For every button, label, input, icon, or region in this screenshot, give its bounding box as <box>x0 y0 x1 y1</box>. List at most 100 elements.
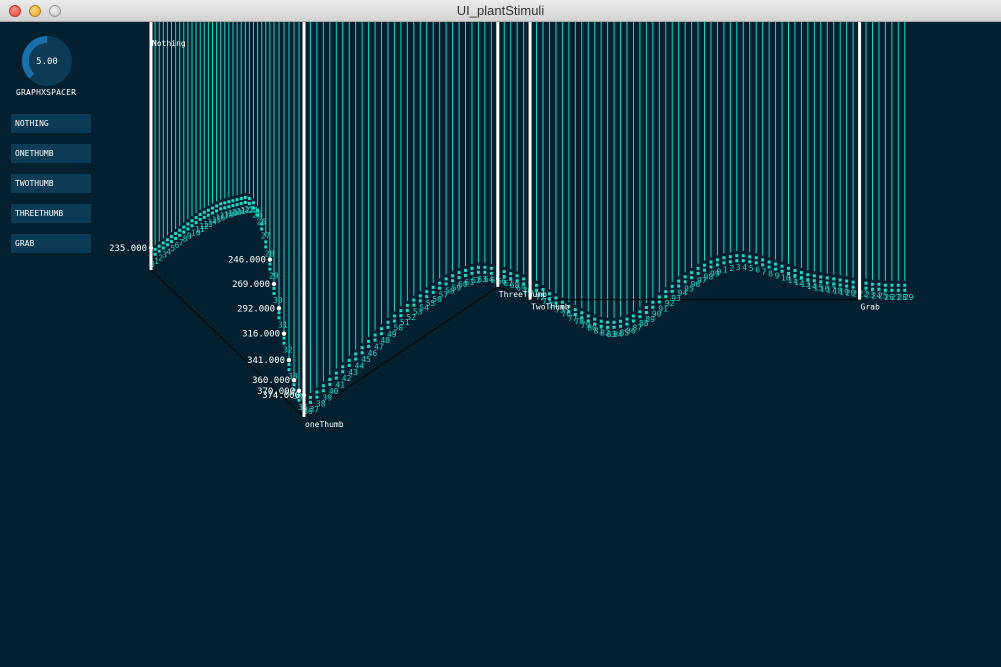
series-dot <box>554 296 558 300</box>
series-dot <box>767 265 771 269</box>
series-dot <box>227 200 231 204</box>
series-dot <box>690 276 694 280</box>
index-label: 31 <box>278 320 288 329</box>
series-dot <box>392 319 396 323</box>
series-dot <box>754 256 758 260</box>
series-dot <box>774 267 778 271</box>
series-dot <box>367 344 371 348</box>
series-dot <box>457 276 461 280</box>
series-dot <box>354 352 358 356</box>
sketch-canvas: 5.00 GRAPHXSPACER NOTHING ONETHUMB TWOTH… <box>0 22 1001 667</box>
series-dot <box>425 295 429 299</box>
series-dot <box>334 376 338 380</box>
series-dot <box>464 268 467 272</box>
value-label: 292.000 <box>237 304 275 314</box>
series-dot <box>231 204 235 208</box>
series-dot <box>677 284 681 288</box>
series-dot <box>664 295 668 299</box>
series-dot <box>227 205 231 209</box>
series-dot <box>483 265 487 269</box>
value-label: 269.000 <box>232 280 270 290</box>
series-dot <box>412 298 416 302</box>
series-dot <box>373 338 377 342</box>
value-dot <box>271 281 277 287</box>
series-dot <box>806 273 810 277</box>
index-label: 3 <box>736 263 741 272</box>
series-dot <box>380 332 384 336</box>
series-dot <box>761 263 765 267</box>
series-dot <box>625 317 629 321</box>
series-dot <box>903 288 907 292</box>
window-title: UI_plantStimuli <box>456 3 545 18</box>
series-dot <box>161 241 165 245</box>
series-dot <box>599 319 603 323</box>
series-dot <box>502 270 506 274</box>
series-dot <box>392 314 396 318</box>
series-dot <box>851 280 855 284</box>
series-dot <box>476 265 480 269</box>
index-label: 4 <box>742 263 747 272</box>
series-dot <box>690 271 694 275</box>
value-dot <box>291 377 297 383</box>
series-dot <box>308 400 312 404</box>
series-dot <box>677 279 681 283</box>
series-dot <box>418 299 422 303</box>
series-dot <box>194 221 198 225</box>
series-dot <box>243 196 247 199</box>
series-dot <box>386 325 390 329</box>
series-dot <box>715 258 719 262</box>
series-dot <box>825 276 829 280</box>
event-marker-label: ThreeThumb <box>499 290 547 299</box>
series-dot <box>709 265 713 269</box>
series-dot <box>522 277 526 281</box>
series-dot <box>832 277 836 281</box>
series-dot <box>748 255 752 259</box>
index-label: 27 <box>261 231 271 240</box>
series-dot <box>741 254 745 258</box>
value-dot <box>276 306 282 311</box>
value-label: 360.000 <box>252 376 290 386</box>
series-dot <box>761 258 765 262</box>
index-label: 32 <box>283 346 293 355</box>
series-dot <box>219 202 223 206</box>
index-label: 29 <box>904 293 914 302</box>
series-dot <box>722 261 726 265</box>
series-dot <box>683 275 687 279</box>
title-bar: UI_plantStimuli <box>0 0 1001 22</box>
series-dot <box>399 314 403 318</box>
index-label: 29 <box>269 272 279 281</box>
value-labels: 235.000 246.000 269.000 292.000 316.000 341.0… <box>109 244 307 401</box>
series-dot <box>264 240 268 244</box>
series-dot <box>573 308 577 312</box>
series-dot <box>247 197 251 201</box>
series-dot <box>380 327 384 331</box>
series-dot <box>870 282 874 286</box>
series-dot <box>153 252 157 256</box>
value-label: 316.000 <box>242 330 280 340</box>
series-dot <box>896 283 900 287</box>
series-dot <box>741 259 745 263</box>
series-dot <box>890 283 894 287</box>
series-dot <box>735 254 739 258</box>
series-dot <box>425 290 429 294</box>
series-dot <box>774 262 778 266</box>
series-dot <box>457 271 461 275</box>
series-dot <box>198 212 202 216</box>
series-dot <box>321 384 325 388</box>
series-dots <box>149 196 907 406</box>
series-dot <box>890 288 894 292</box>
value-label: 374.000 <box>262 391 300 401</box>
series-dot <box>593 317 597 321</box>
series-dot <box>235 198 239 202</box>
series-dot <box>838 278 842 282</box>
series-dot <box>489 266 493 270</box>
series-dot <box>451 274 455 278</box>
series-dot <box>547 292 551 296</box>
series-dot <box>903 283 907 287</box>
series-dot <box>206 213 210 217</box>
series-dot <box>696 266 700 270</box>
series-dot <box>444 282 448 286</box>
series-dot <box>896 288 900 292</box>
series-dot <box>260 227 264 231</box>
series-dot <box>535 283 539 287</box>
